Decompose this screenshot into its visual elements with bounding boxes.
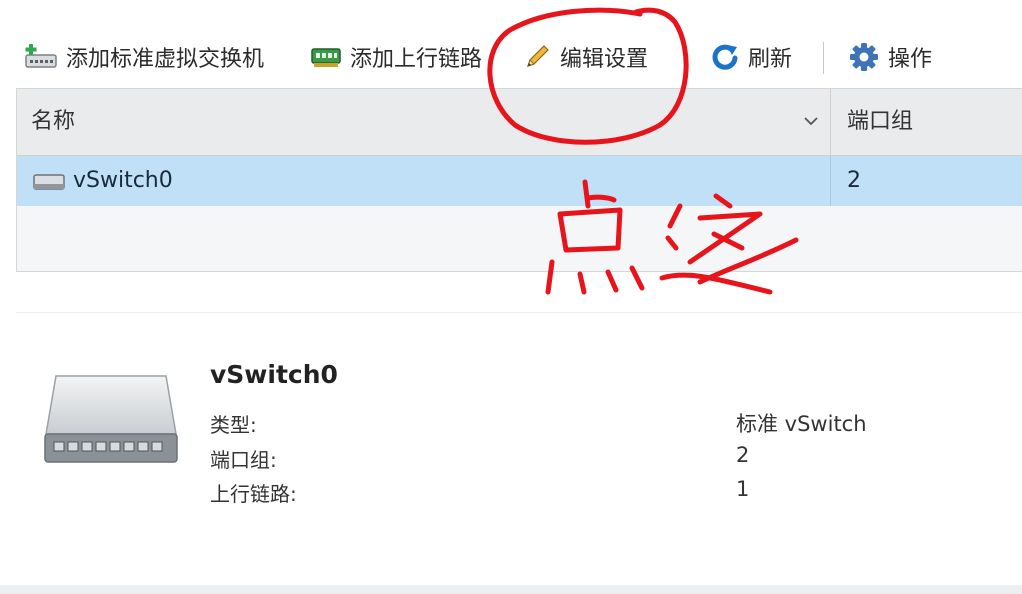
- refresh-label: 刷新: [748, 47, 793, 72]
- vswitch-large-icon: [42, 372, 182, 472]
- toolbar: 添加标准虚拟交换机 添加上行链路 编辑设置 刷新 操作: [0, 28, 1022, 86]
- row-port-groups-cell: 2: [847, 168, 861, 193]
- add-uplink-button[interactable]: 添加上行链路: [310, 28, 482, 86]
- gear-icon: [848, 41, 880, 73]
- uplinks-value: 1: [736, 477, 750, 501]
- switch-icon: [33, 173, 65, 195]
- edit-settings-label: 编辑设置: [560, 47, 649, 72]
- vswitch-grid: 名称 端口组 vSwitch0 2: [16, 88, 1022, 272]
- column-header-port-groups[interactable]: 端口组: [847, 89, 913, 155]
- table-row[interactable]: vSwitch0 2: [17, 156, 1022, 206]
- add-switch-icon: [24, 43, 58, 71]
- row-divider: [830, 156, 831, 206]
- bottom-border: [0, 585, 1022, 594]
- actions-button[interactable]: 操作: [848, 28, 932, 86]
- detail-title: vSwitch0: [210, 360, 338, 389]
- grid-header: 名称 端口组: [17, 89, 1022, 156]
- chevron-down-icon[interactable]: [803, 113, 819, 133]
- add-standard-vswitch-label: 添加标准虚拟交换机: [66, 47, 265, 72]
- column-header-name[interactable]: 名称: [31, 89, 75, 155]
- uplinks-label: 上行链路:: [210, 482, 297, 506]
- row-name-cell[interactable]: vSwitch0: [73, 156, 173, 206]
- refresh-icon: [710, 42, 740, 72]
- add-uplink-label: 添加上行链路: [350, 47, 483, 72]
- port-groups-value: 2: [736, 443, 750, 467]
- actions-label: 操作: [888, 47, 933, 72]
- panel-divider: [16, 312, 1022, 313]
- column-divider[interactable]: [830, 89, 831, 155]
- add-standard-vswitch-button[interactable]: 添加标准虚拟交换机: [24, 28, 264, 86]
- refresh-button[interactable]: 刷新: [710, 28, 792, 86]
- type-label: 类型:: [210, 413, 257, 437]
- pencil-icon: [522, 42, 552, 72]
- port-groups-label: 端口组:: [210, 448, 277, 472]
- edit-settings-button[interactable]: 编辑设置: [522, 28, 648, 86]
- type-value: 标准 vSwitch: [736, 412, 867, 436]
- add-uplink-icon: [310, 45, 342, 69]
- toolbar-separator: [823, 42, 824, 74]
